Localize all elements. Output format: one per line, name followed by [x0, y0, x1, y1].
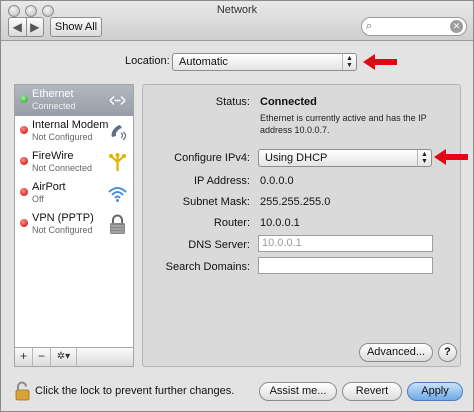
- red-arrow-configure-icon: [434, 149, 468, 165]
- lock-message: Click the lock to prevent further change…: [35, 385, 235, 397]
- service-name: Ethernet: [32, 88, 74, 100]
- search-field[interactable]: ⌕ ✕: [361, 17, 467, 36]
- service-item-vpn-pptp[interactable]: VPN (PPTP) Not Configured: [15, 209, 133, 240]
- status-indicator-icon: [20, 95, 28, 103]
- configure-ipv4-label: Configure IPv4:: [174, 152, 250, 164]
- forward-arrow-icon[interactable]: ▶: [25, 18, 44, 36]
- service-name: AirPort: [32, 181, 66, 193]
- service-status: Not Connected: [32, 163, 93, 173]
- modem-icon: [111, 125, 127, 141]
- service-item-ethernet[interactable]: Ethernet Connected: [15, 85, 133, 116]
- ip-address-label: IP Address:: [193, 175, 250, 187]
- status-indicator-icon: [20, 188, 28, 196]
- location-label: Location:: [125, 55, 170, 67]
- service-item-internal-modem[interactable]: Internal Modem Not Configured: [15, 116, 133, 147]
- service-status: Not Configured: [32, 225, 93, 235]
- status-label: Status:: [215, 96, 250, 108]
- service-item-firewire[interactable]: FireWire Not Connected: [15, 147, 133, 178]
- status-description: Ethernet is currently active and has the…: [260, 113, 427, 135]
- back-forward-buttons: ◀ ▶: [8, 17, 44, 37]
- help-button[interactable]: ?: [438, 343, 457, 362]
- service-name: VPN (PPTP): [32, 212, 94, 224]
- configure-ipv4-popup[interactable]: Using DHCP ▲ ▼: [258, 149, 432, 167]
- back-arrow-icon[interactable]: ◀: [9, 18, 26, 36]
- lock-icon[interactable]: [15, 381, 31, 401]
- service-name: FireWire: [32, 150, 74, 162]
- dns-server-field[interactable]: 10.0.0.1: [258, 235, 433, 252]
- popup-arrows-icon: ▲ ▼: [342, 54, 356, 70]
- wifi-icon: [108, 187, 127, 202]
- title-bar: Network ◀ ▶ Show All ⌕ ✕: [1, 1, 473, 41]
- status-value: Connected: [260, 96, 317, 108]
- add-service-button[interactable]: +: [15, 348, 33, 366]
- search-domains-label: Search Domains:: [165, 261, 250, 273]
- location-popup[interactable]: Automatic ▲ ▼: [172, 53, 357, 71]
- subnet-mask-value: 255.255.255.0: [260, 196, 331, 208]
- search-domains-field[interactable]: [258, 257, 433, 274]
- router-value: 10.0.0.1: [260, 217, 300, 229]
- advanced-button[interactable]: Advanced...: [359, 343, 433, 362]
- location-value: Automatic: [179, 56, 228, 68]
- window-title: Network: [216, 4, 258, 16]
- firewire-icon: [109, 153, 126, 171]
- popup-arrows-icon: ▲ ▼: [417, 150, 431, 166]
- red-arrow-location-icon: [363, 54, 397, 70]
- status-indicator-icon: [20, 126, 28, 134]
- subnet-mask-label: Subnet Mask:: [182, 196, 250, 208]
- service-status: Not Configured: [32, 132, 93, 142]
- show-all-button[interactable]: Show All: [50, 17, 102, 37]
- service-item-airport[interactable]: AirPort Off: [15, 178, 133, 209]
- search-icon: ⌕: [366, 20, 373, 32]
- ethernet-icon: [109, 96, 126, 105]
- status-indicator-icon: [20, 219, 28, 227]
- service-name: Internal Modem: [32, 119, 109, 131]
- revert-button[interactable]: Revert: [342, 382, 402, 401]
- assist-me-button[interactable]: Assist me...: [259, 382, 337, 401]
- service-list-toolbar: + − ✲▾: [14, 348, 134, 367]
- configure-ipv4-value: Using DHCP: [265, 152, 328, 164]
- status-indicator-icon: [20, 157, 28, 165]
- ip-address-value: 0.0.0.0: [260, 175, 294, 187]
- network-preferences-window: Network ◀ ▶ Show All ⌕ ✕ Location: Autom…: [0, 0, 474, 412]
- apply-button[interactable]: Apply: [407, 382, 463, 401]
- service-list: Ethernet Connected Internal Modem Not Co…: [14, 84, 134, 348]
- service-status: Connected: [32, 101, 76, 111]
- remove-service-button[interactable]: −: [33, 348, 51, 366]
- clear-search-icon[interactable]: ✕: [450, 20, 463, 33]
- vpn-lock-icon: [110, 214, 125, 234]
- service-status: Off: [32, 194, 44, 204]
- gear-icon[interactable]: ✲▾: [51, 348, 77, 366]
- router-label: Router:: [213, 217, 250, 229]
- dns-server-label: DNS Server:: [188, 239, 250, 251]
